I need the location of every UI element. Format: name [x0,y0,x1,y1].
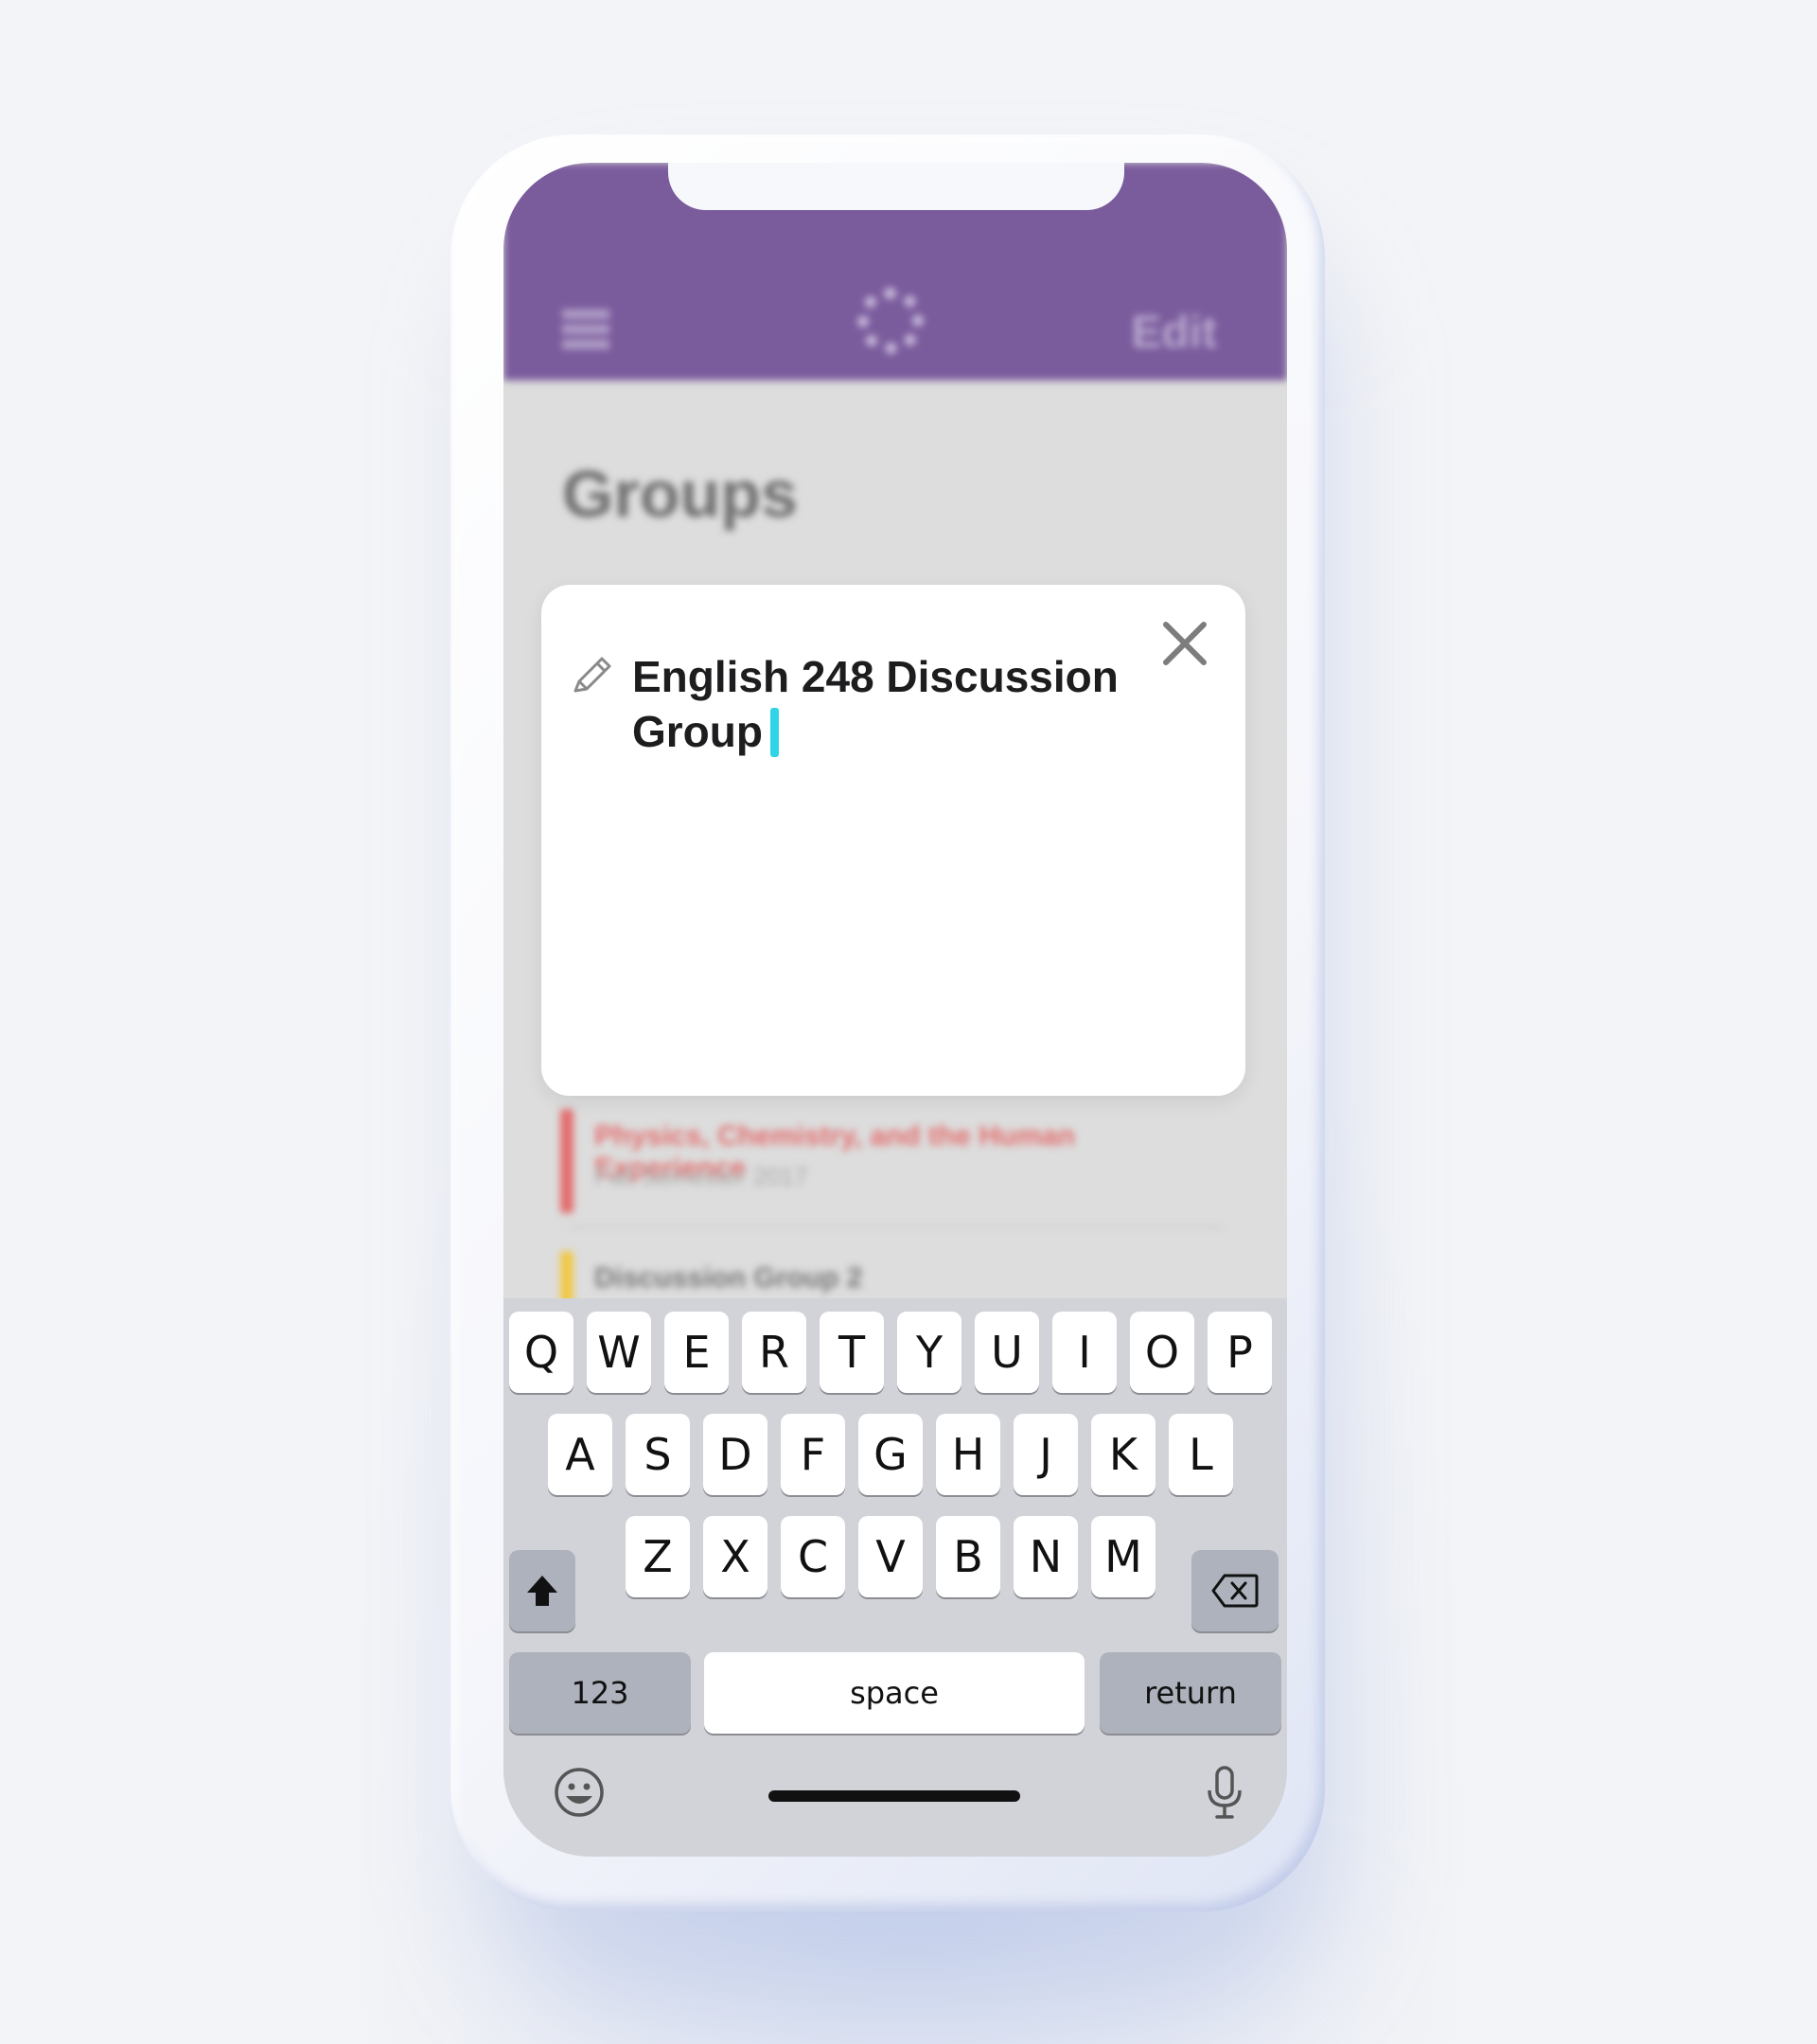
key-d[interactable]: D [703,1414,767,1495]
microphone-icon[interactable] [1194,1762,1255,1823]
key-s[interactable]: S [626,1414,690,1495]
key-x[interactable]: X [703,1516,767,1597]
key-o[interactable]: O [1130,1312,1194,1393]
shift-key[interactable] [509,1550,575,1631]
key-v[interactable]: V [858,1516,923,1597]
group-title-input[interactable]: English 248 Discussion Group [632,649,1124,759]
key-k[interactable]: K [1091,1414,1155,1495]
emoji-icon[interactable] [549,1762,609,1823]
key-q[interactable]: Q [509,1312,573,1393]
key-t[interactable]: T [820,1312,884,1393]
key-b[interactable]: B [936,1516,1000,1597]
key-f[interactable]: F [781,1414,845,1495]
pencil-icon [573,657,611,693]
key-e[interactable]: E [664,1312,729,1393]
group-color-bar [560,1109,573,1213]
key-g[interactable]: G [858,1414,923,1495]
key-p[interactable]: P [1208,1312,1272,1393]
edit-button[interactable]: Edit [1131,307,1217,359]
key-z[interactable]: Z [626,1516,690,1597]
key-l[interactable]: L [1169,1414,1233,1495]
numbers-key[interactable]: 123 [509,1652,691,1734]
group-title-text: English 248 Discussion Group [632,652,1119,756]
group-list-item[interactable]: Physics, Chemistry, and the Human Experi… [560,1109,1223,1228]
key-c[interactable]: C [781,1516,845,1597]
rename-group-modal: English 248 Discussion Group [541,585,1245,1096]
group-name: Discussion Group 2 [594,1262,863,1294]
key-y[interactable]: Y [897,1312,961,1393]
page-title: Groups [562,457,798,531]
phone-screen: Edit Groups Physics, Chemistry, and the … [503,163,1287,1857]
stage: Edit Groups Physics, Chemistry, and the … [0,0,1817,2044]
key-a[interactable]: A [548,1414,612,1495]
key-m[interactable]: M [1091,1516,1155,1597]
close-icon[interactable] [1158,617,1211,670]
shift-icon [527,1576,557,1606]
key-u[interactable]: U [975,1312,1039,1393]
delete-key[interactable] [1191,1550,1279,1631]
logo-icon [857,288,924,354]
key-n[interactable]: N [1014,1516,1078,1597]
key-r[interactable]: R [742,1312,806,1393]
phone-notch [668,163,1124,210]
space-key[interactable]: space [704,1652,1085,1734]
group-subtitle: Fall Semester 2017 [594,1162,808,1190]
keyboard: QWERTYUIOP ASDFGHJKL ZXCVBNM 123 space r… [503,1298,1287,1857]
key-h[interactable]: H [936,1414,1000,1495]
divider [570,1225,1223,1228]
text-caret [769,707,779,757]
menu-icon[interactable] [562,309,609,351]
key-w[interactable]: W [587,1312,651,1393]
key-j[interactable]: J [1014,1414,1078,1495]
home-indicator[interactable] [768,1790,1020,1802]
backspace-icon [1211,1574,1259,1608]
return-key[interactable]: return [1100,1652,1281,1734]
key-i[interactable]: I [1052,1312,1117,1393]
